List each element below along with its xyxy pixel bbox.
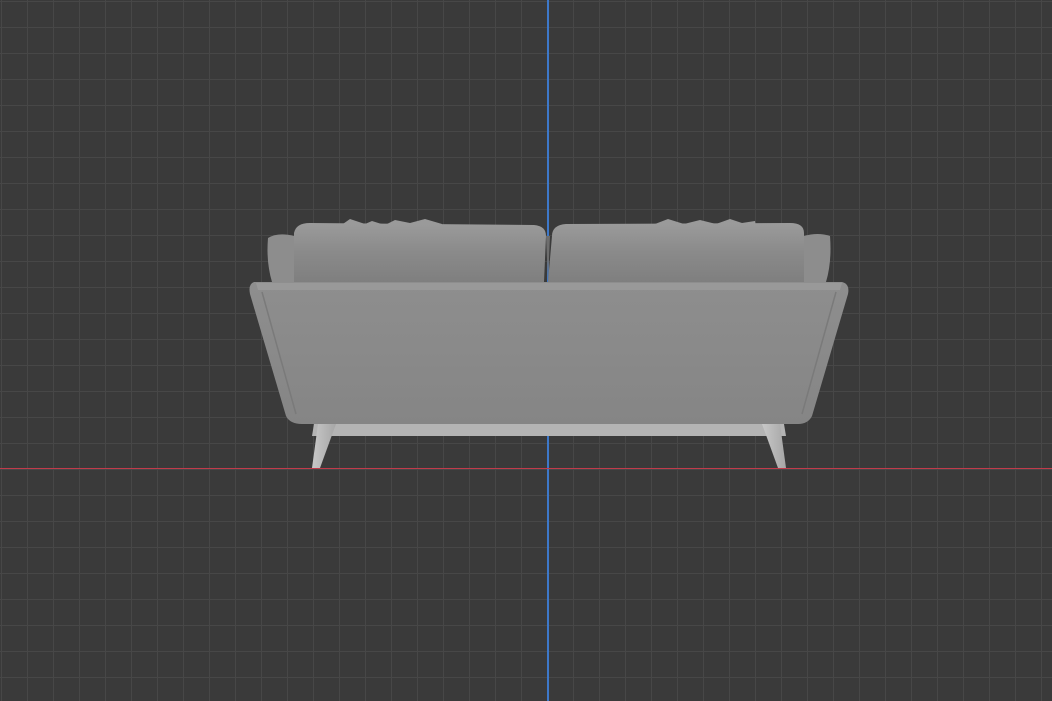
sofa-back-panel bbox=[249, 282, 849, 424]
viewport-scene bbox=[249, 219, 849, 468]
back-panel-rim bbox=[256, 283, 842, 290]
sofa-base-rail bbox=[312, 424, 786, 436]
back-cushion-left bbox=[294, 223, 546, 282]
side-cushion-left bbox=[267, 234, 296, 282]
3d-viewport[interactable] bbox=[0, 0, 1052, 701]
back-cushion-right bbox=[548, 223, 804, 282]
side-cushion-right bbox=[802, 234, 831, 282]
sofa-model[interactable] bbox=[249, 219, 849, 468]
